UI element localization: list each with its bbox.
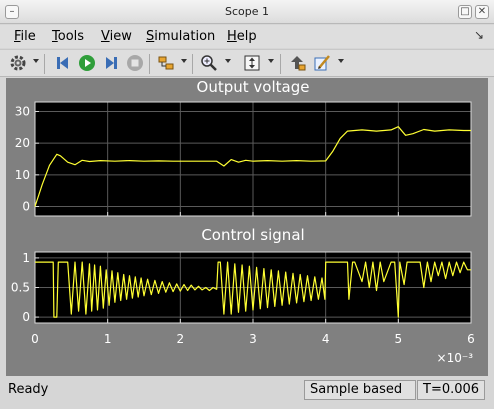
x-tick-label: 2 [177,332,185,346]
menu-tools-label: ools [57,29,85,44]
y-tick-label: 0 [22,310,30,324]
menu-bar: File Tools View Simulation Help ↘ [0,25,494,48]
dock-icon[interactable]: ↘ [474,28,484,42]
step-back-icon[interactable] [53,53,73,73]
menu-view-label: iew [109,29,132,44]
x-tick-label: 3 [249,332,257,346]
menu-view[interactable]: View [101,29,132,44]
menu-file[interactable]: File [14,29,36,44]
window-title: Scope 1 [224,5,269,18]
stop-icon[interactable] [125,53,145,73]
autoscale-icon[interactable] [242,53,262,73]
gear-icon[interactable] [8,53,28,73]
status-sample-mode: Sample based [304,380,416,400]
step-forward-icon[interactable] [101,53,121,73]
highlight-block-icon[interactable] [287,53,307,73]
x-tick-label: 4 [322,332,330,346]
status-ready: Ready [8,382,49,397]
status-bar: Ready Sample based T=0.006 [0,377,494,409]
x-tick-label: 5 [395,332,403,346]
run-icon[interactable] [77,53,97,73]
x-scale-label: ×10⁻³ [437,351,474,365]
plot-panel: Output voltage 0 10 20 30 Control signal 0 1 2 3 4… [6,78,488,376]
x-tick-label: 0 [31,332,39,346]
menu-help-mnemonic: H [227,29,237,44]
autoscale-dropdown-arrow[interactable] [268,59,274,63]
toolbar-separator [280,54,281,74]
toolbar [0,49,494,77]
menu-help-label: elp [236,29,257,44]
y-tick-label: 20 [15,136,30,150]
chart-title-control-signal: Control signal [201,226,304,244]
zoom-icon[interactable] [199,53,219,73]
toolbar-separator [44,54,45,74]
zoom-dropdown-arrow[interactable] [225,59,231,63]
signal-selector-dropdown-arrow[interactable] [181,59,187,63]
status-sim-time: T=0.006 [417,380,485,400]
signal-selector-icon[interactable] [156,53,176,73]
scope-plots: Output voltage0102030Control signal0 1 2 3 4… [11,78,475,365]
menu-view-mnemonic: V [101,29,110,44]
chart-title-output-voltage: Output voltage [197,78,310,96]
maximize-button[interactable]: □ [458,5,472,19]
menu-file-label: ile [20,29,36,44]
toolbar-separator [149,54,150,74]
x-tick-label: 6 [467,332,475,346]
style-icon[interactable] [312,53,332,73]
style-dropdown-arrow[interactable] [338,59,344,63]
y-tick-label: 0.5 [11,281,30,295]
menu-help[interactable]: Help [227,29,257,44]
menu-tools[interactable]: Tools [52,29,84,44]
menu-simulation-label: imulation [154,29,216,44]
y-tick-label: 10 [15,168,30,182]
title-bar: – Scope 1 □ ✕ [0,0,494,24]
close-button[interactable]: ✕ [475,5,489,19]
menu-simulation[interactable]: Simulation [146,29,215,44]
toolbar-separator [192,54,193,74]
y-tick-label: 0 [22,200,30,214]
y-tick-label: 30 [15,105,30,119]
x-tick-label: 1 [104,332,112,346]
gear-dropdown-arrow[interactable] [33,59,39,63]
y-tick-label: 1 [22,251,30,265]
